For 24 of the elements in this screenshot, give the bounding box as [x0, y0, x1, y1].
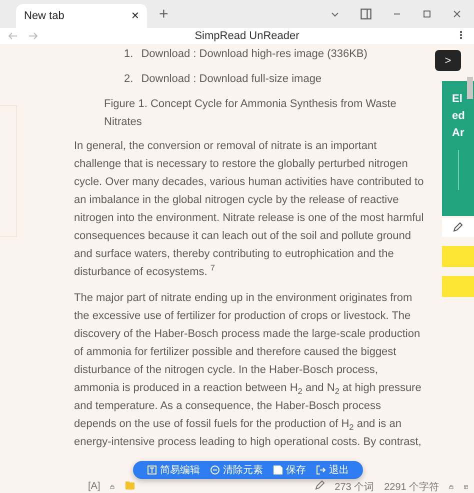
- list-number: 2.: [124, 72, 134, 87]
- new-tab-button[interactable]: +: [159, 6, 168, 24]
- page-title: SimpRead UnReader: [194, 30, 300, 42]
- font-toggle[interactable]: [A]: [88, 481, 100, 492]
- browser-tab[interactable]: New tab ✕: [16, 4, 147, 28]
- toolbar-button[interactable]: 退出: [316, 463, 349, 477]
- list-number: 1.: [124, 47, 134, 62]
- toolbar-button[interactable]: 清除元素: [210, 463, 263, 477]
- character-count: 2291 个字符: [384, 480, 440, 493]
- paragraph: The major part of nitrate ending up in the environment originates from the excessive use of fertilizer for production of crops or livestock. The discovery of the Haber-Bosch process made the large-scale production of ammonia for fertilizer possible and therefore caused the biggest disturbance of the nitrogen cycle. In the Haber-Bosch process, ammonia is produced in a reaction between H$_{2}$ and N$_{2}$ at high pressure and temperature. As a consequence, the Haber-Bosch process depends on the use of fossil fuels for the production of H$_{2}$ and is an energy-intensive process leading to high operational costs. By contrast,: [74, 291, 422, 450]
- toolbar-button[interactable]: 简易编辑: [147, 463, 200, 477]
- toolbar-button[interactable]: 保存: [273, 463, 306, 477]
- paragraph: In general, the conversion or removal of nitrate is an important challenge that is necessary to restore the globally perturbed nitrogen cycle. Over many decades, various human activities have contributed to an imbalance in the global nitrogen cycle by the release of reactive nitrogen into the environment. Nitrate release is one of the most harmful consequences because it can leach out of the soil and pollute ground and surface waters, thereby contributing to eutrophication and the disturbance of ecosystems. $^{7}$: [74, 139, 425, 280]
- word-count: 273 个词: [334, 480, 374, 493]
- download-item[interactable]: Download : Download high-res image (336KB): [141, 45, 368, 64]
- expand-button[interactable]: >: [435, 50, 461, 71]
- annotation-card[interactable]: El ed Ar: [442, 81, 474, 216]
- figure-caption: Figure 1. Concept Cycle for Ammonia Synthesis from Waste Nitrates: [103, 97, 398, 130]
- card-text: Ar: [452, 126, 466, 141]
- tab-close-button[interactable]: ✕: [131, 10, 139, 22]
- card-text: ed: [452, 109, 466, 124]
- card-text: El: [452, 92, 464, 107]
- tab-title: New tab: [24, 10, 64, 22]
- download-item[interactable]: Download : Download full-size image: [141, 70, 322, 89]
